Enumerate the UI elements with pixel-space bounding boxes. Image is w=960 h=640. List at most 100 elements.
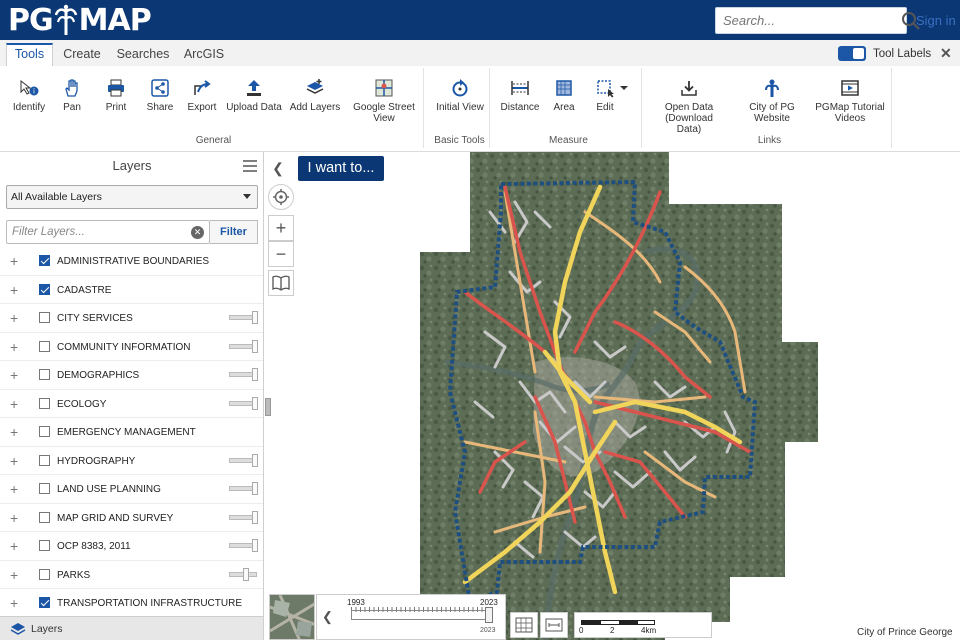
export-icon <box>194 80 211 95</box>
locate-me-button[interactable] <box>268 184 294 210</box>
layer-opacity-slider[interactable] <box>229 311 258 324</box>
layer-opacity-slider[interactable] <box>229 567 257 581</box>
layer-visibility-checkbox[interactable] <box>39 340 50 352</box>
add-layers-button[interactable]: Add Layers <box>288 78 342 113</box>
layer-opacity-slider[interactable] <box>229 453 258 467</box>
scale-label-0: 0 <box>579 626 584 635</box>
map-view[interactable] <box>265 152 960 640</box>
tab-tools[interactable]: Tools <box>6 43 53 66</box>
layer-visibility-checkbox[interactable] <box>39 426 50 437</box>
layer-opacity-slider[interactable] <box>229 510 258 524</box>
tab-create[interactable]: Create <box>58 43 106 66</box>
layer-name: MAP GRID AND SURVEY <box>57 512 174 524</box>
initial-view-button[interactable]: Initial View <box>434 78 486 113</box>
expand-layer-plus-icon[interactable]: + <box>10 253 18 269</box>
layer-visibility-checkbox[interactable] <box>39 255 50 266</box>
layer-visibility-checkbox[interactable] <box>39 397 50 409</box>
share-button[interactable]: Share <box>140 78 180 113</box>
hamburger-menu-icon[interactable] <box>243 160 257 172</box>
layers-footer-tab[interactable]: Layers <box>10 621 63 637</box>
scale-toggle-button[interactable] <box>540 612 568 638</box>
city-of-pg-website-link[interactable]: City of PG Website <box>740 78 804 124</box>
clear-filter-icon[interactable]: ✕ <box>191 226 204 239</box>
layer-visibility-checkbox[interactable] <box>39 454 50 466</box>
layer-visibility-checkbox[interactable] <box>39 568 50 580</box>
expand-layer-plus-icon[interactable]: + <box>10 481 18 497</box>
expand-layer-plus-icon[interactable]: + <box>10 538 18 554</box>
area-button[interactable]: Area <box>544 78 584 113</box>
tab-searches[interactable]: Searches <box>114 43 172 66</box>
scale-label-2: 2 <box>610 626 615 635</box>
upload-data-button[interactable]: Upload Data <box>226 78 282 113</box>
street-view-icon <box>375 79 393 97</box>
app-header: PG MAP Sign in <box>0 0 960 40</box>
pgmap-logo[interactable]: PG MAP <box>8 2 152 38</box>
basemap-thumbnail[interactable] <box>269 594 315 640</box>
layer-visibility-checkbox[interactable] <box>39 483 50 494</box>
tab-arcgis[interactable]: ArcGIS <box>180 43 228 66</box>
layer-name: PARKS <box>57 569 91 581</box>
layer-opacity-slider[interactable] <box>229 396 258 410</box>
layer-visibility-checkbox[interactable] <box>39 369 50 380</box>
expand-layer-plus-icon[interactable]: + <box>10 310 18 326</box>
expand-layer-plus-icon[interactable]: + <box>10 453 18 469</box>
filter-button[interactable]: Filter <box>210 220 258 244</box>
initial-view-icon <box>452 79 468 97</box>
distance-button[interactable]: Distance <box>498 78 542 113</box>
group-label-links: Links <box>757 135 782 146</box>
layers-stack-icon <box>10 623 26 635</box>
layer-opacity-slider[interactable] <box>229 482 258 495</box>
expand-layer-plus-icon[interactable]: + <box>10 595 18 611</box>
layer-visibility-checkbox[interactable] <box>39 597 50 608</box>
tool-labels-toggle[interactable] <box>838 46 866 61</box>
expand-layer-plus-icon[interactable]: + <box>10 282 18 298</box>
layer-name: HYDROGRAPHY <box>57 455 136 467</box>
expand-layer-plus-icon[interactable]: + <box>10 567 18 583</box>
panel-resize-handle[interactable] <box>265 398 271 416</box>
layer-row: + CITY SERVICES <box>0 304 263 333</box>
i-want-to-button[interactable]: I want to... <box>298 156 384 181</box>
layer-opacity-slider[interactable] <box>229 539 258 552</box>
edit-dropdown-button[interactable]: Edit <box>588 78 636 113</box>
search-input[interactable] <box>716 8 901 33</box>
layer-opacity-slider[interactable] <box>229 339 258 353</box>
open-data-link[interactable]: Open Data (Download Data) <box>654 78 724 135</box>
expand-layer-plus-icon[interactable]: + <box>10 510 18 526</box>
expand-layer-plus-icon[interactable]: + <box>10 367 18 383</box>
layer-name: ECOLOGY <box>57 398 107 410</box>
distance-ruler-icon <box>511 81 529 95</box>
pan-button[interactable]: Pan <box>52 78 92 113</box>
zoom-in-button[interactable]: + <box>268 215 294 241</box>
minus-icon: − <box>275 243 287 264</box>
identify-button[interactable]: i Identify <box>6 78 52 113</box>
logo-text-left: PG <box>8 2 54 38</box>
layer-visibility-checkbox[interactable] <box>39 283 50 295</box>
timeline-prev-chevron-icon[interactable]: ❮ <box>322 609 333 625</box>
google-street-view-button[interactable]: Google Street View <box>350 78 418 124</box>
export-button[interactable]: Export <box>182 78 222 113</box>
timeline-track[interactable] <box>351 610 491 620</box>
expand-layer-plus-icon[interactable]: + <box>10 339 18 355</box>
scale-ratio-icon <box>545 618 563 632</box>
filter-layers-input[interactable]: Filter Layers... ✕ <box>6 220 210 244</box>
close-ribbon-icon[interactable]: ✕ <box>940 45 952 62</box>
layer-visibility-checkbox[interactable] <box>39 312 50 323</box>
layer-visibility-checkbox[interactable] <box>39 540 50 551</box>
sign-in-link[interactable]: Sign in <box>916 13 956 28</box>
expand-layer-plus-icon[interactable]: + <box>10 396 18 412</box>
layer-visibility-checkbox[interactable] <box>39 511 50 523</box>
expand-layer-plus-icon[interactable]: + <box>10 424 18 440</box>
edit-select-icon <box>597 80 628 98</box>
bookmarks-button[interactable] <box>268 270 294 296</box>
zoom-out-button[interactable]: − <box>268 241 294 267</box>
print-button[interactable]: Print <box>96 78 136 113</box>
timeline-handle[interactable] <box>485 607 493 623</box>
aerial-map-canvas[interactable] <box>265 152 960 640</box>
layer-name: CITY SERVICES <box>57 313 133 324</box>
map-grid-button[interactable] <box>510 612 538 638</box>
layer-opacity-slider[interactable] <box>229 368 258 381</box>
layer-set-select[interactable]: All Available Layers <box>6 185 258 209</box>
group-basic-tools: Initial View Basic Tools <box>430 68 490 148</box>
collapse-panel-chevron-left-icon[interactable]: ❮ <box>268 158 288 178</box>
pgmap-tutorial-videos-link[interactable]: PGMap Tutorial Videos <box>812 78 888 124</box>
